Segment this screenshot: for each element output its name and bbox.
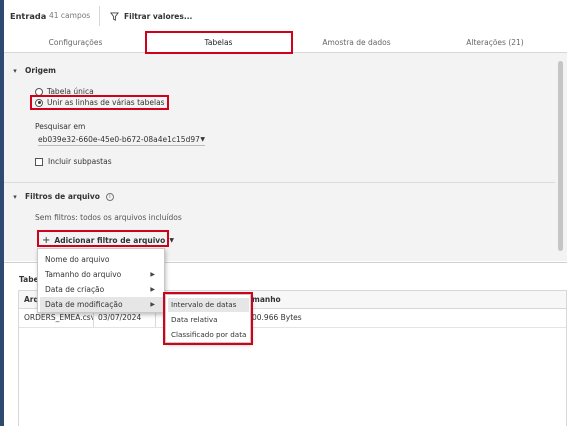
- menu-item-label: Data de criação: [45, 285, 105, 294]
- table-cell-size: 00.966 Bytes: [252, 313, 302, 322]
- row-divider: [19, 327, 566, 328]
- tab-bar: Configurações Tabelas Amostra de dados A…: [4, 33, 567, 54]
- column-header-size[interactable]: manho: [247, 291, 367, 309]
- submenu-item-date-range[interactable]: Intervalo de datas: [168, 298, 249, 312]
- toolbar-divider: [99, 6, 100, 26]
- no-filters-text: Sem filtros: todos os arquivos incluídos: [35, 213, 182, 222]
- search-in-label: Pesquisar em: [35, 122, 86, 131]
- field-count: 41 campos: [49, 11, 91, 20]
- chevron-right-icon: ▶: [150, 271, 155, 278]
- caret-down-icon: ▼: [169, 237, 174, 244]
- origin-heading: Origem: [25, 66, 56, 75]
- chevron-right-icon: ▶: [150, 301, 155, 308]
- union-tables-radio[interactable]: [35, 98, 43, 107]
- date-filter-submenu: Intervalo de datas Data relativa Classif…: [165, 294, 251, 343]
- tables-heading: Tabe: [19, 275, 39, 284]
- tab-settings[interactable]: Configurações: [4, 33, 147, 53]
- menu-item-label: Nome do arquivo: [45, 255, 110, 264]
- filter-values-label: Filtrar valores...: [124, 12, 193, 21]
- single-table-option[interactable]: Tabela única: [35, 87, 94, 96]
- tab-data-sample[interactable]: Amostra de dados: [290, 33, 423, 53]
- submenu-item-relative-date[interactable]: Data relativa: [168, 313, 249, 327]
- filter-values-button[interactable]: Filtrar valores...: [110, 9, 192, 24]
- step-title: Entrada: [10, 11, 47, 21]
- chevron-down-icon: ▾: [13, 66, 17, 75]
- search-folder-select[interactable]: eb039e32-660e-45e0-b672-08a4e1c15d97 ▼: [38, 133, 205, 146]
- origin-section-header[interactable]: ▾ Origem: [11, 66, 56, 75]
- plus-icon: +: [42, 235, 51, 246]
- caret-down-icon: ▼: [200, 135, 205, 143]
- menu-item-label: Data de modificação: [45, 300, 123, 309]
- menu-item-file-name[interactable]: Nome do arquivo: [40, 252, 163, 267]
- menu-item-file-size[interactable]: Tamanho do arquivo ▶: [40, 267, 163, 282]
- add-file-filter-label: Adicionar filtro de arquivo: [54, 236, 166, 245]
- tables-config-panel: ▾ Origem Tabela única Unir as linhas de …: [4, 53, 555, 261]
- search-folder-value: eb039e32-660e-45e0-b672-08a4e1c15d97: [38, 134, 200, 144]
- funnel-icon: [110, 12, 119, 21]
- section-divider: [4, 182, 555, 183]
- info-icon[interactable]: i: [105, 192, 114, 201]
- menu-item-modification-date[interactable]: Data de modificação ▶: [40, 297, 163, 312]
- submenu-item-sorted-by-date[interactable]: Classificado por data: [168, 328, 249, 342]
- add-file-filter-button[interactable]: + Adicionar filtro de arquivo ▼: [42, 235, 174, 246]
- file-filters-heading: Filtros de arquivo: [25, 192, 100, 201]
- chevron-down-icon: ▾: [13, 192, 17, 201]
- include-subfolders-option[interactable]: Incluir subpastas: [35, 157, 112, 166]
- single-table-label: Tabela única: [47, 87, 94, 96]
- tab-tables[interactable]: Tabelas: [147, 33, 290, 54]
- union-tables-option[interactable]: Unir as linhas de várias tabelas: [35, 98, 165, 107]
- include-subfolders-label: Incluir subpastas: [48, 157, 112, 166]
- config-scrollbar[interactable]: [555, 53, 567, 261]
- menu-item-creation-date[interactable]: Data de criação ▶: [40, 282, 163, 297]
- menu-item-label: Tamanho do arquivo: [45, 270, 122, 279]
- union-tables-label: Unir as linhas de várias tabelas: [47, 98, 165, 107]
- include-subfolders-checkbox[interactable]: [35, 157, 43, 166]
- file-filters-section-header[interactable]: ▾ Filtros de arquivo i: [11, 192, 114, 201]
- chevron-right-icon: ▶: [150, 286, 155, 293]
- single-table-radio[interactable]: [35, 87, 43, 96]
- scrollbar-thumb[interactable]: [558, 61, 563, 251]
- file-filter-menu: Nome do arquivo Tamanho do arquivo ▶ Dat…: [37, 248, 165, 313]
- tab-changes[interactable]: Alterações (21): [423, 33, 567, 53]
- input-toolbar: Entrada 41 campos Filtrar valores...: [4, 0, 567, 33]
